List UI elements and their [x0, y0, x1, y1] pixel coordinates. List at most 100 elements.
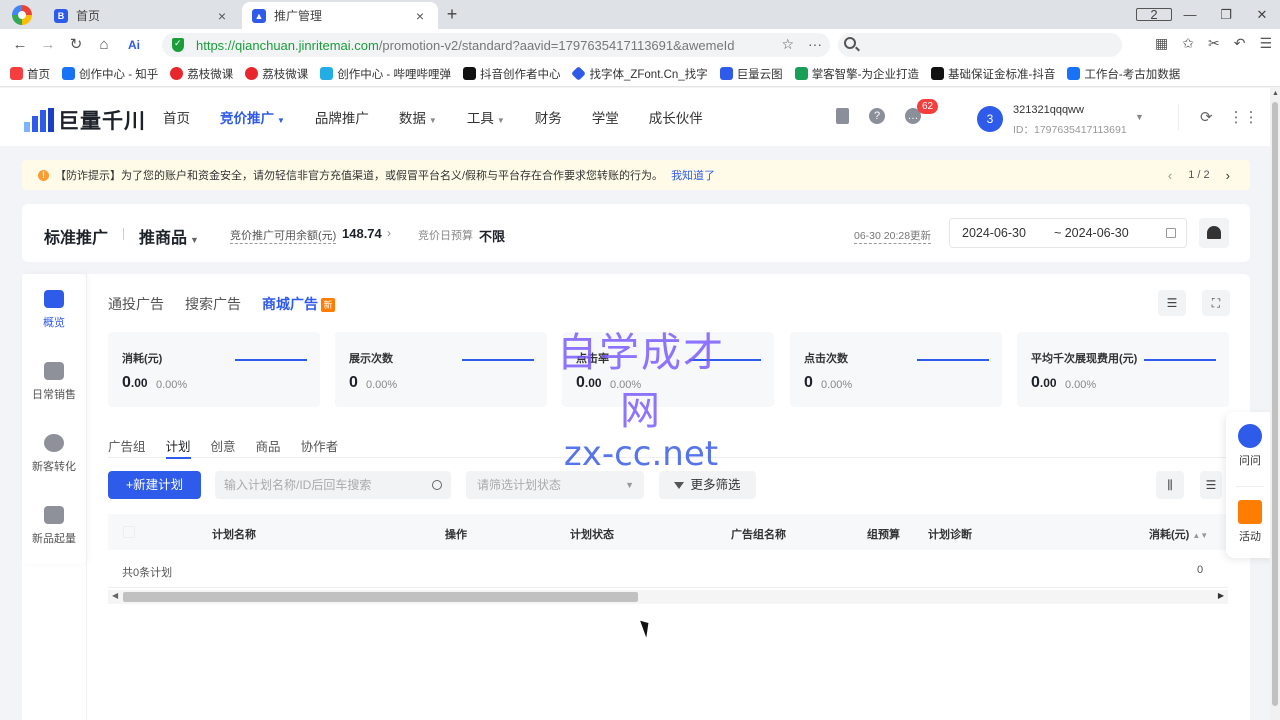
nav-data[interactable]: 数据 ▼: [399, 107, 437, 127]
tab-mall-ads[interactable]: 商城广告新: [262, 294, 335, 314]
bookmark-item[interactable]: 荔枝微课: [245, 66, 308, 82]
app-grid-icon[interactable]: ⋮⋮: [1229, 108, 1259, 126]
side-item-new-customer[interactable]: 新客转化: [22, 434, 86, 474]
restore-button[interactable]: ❐: [1208, 7, 1244, 23]
tab-search-ads[interactable]: 搜索广告: [185, 294, 241, 314]
page-scrollbar-thumb[interactable]: [1272, 102, 1278, 706]
date-range-picker[interactable]: 2024-06-30 ~ 2024-06-30: [949, 218, 1187, 248]
table-horizontal-scrollbar[interactable]: ◀ ▶: [108, 590, 1228, 604]
nav-academy[interactable]: 学堂: [592, 107, 619, 127]
scissors-icon[interactable]: ✂: [1208, 35, 1220, 52]
tab-general-ads[interactable]: 通投广告: [108, 294, 164, 314]
bookmark-item[interactable]: 找字体_ZFont.Cn_找字: [571, 66, 708, 82]
tab-home[interactable]: B 首页 ×: [44, 2, 240, 29]
select-all-checkbox[interactable]: [123, 526, 135, 538]
nav-tools[interactable]: 工具 ▼: [467, 107, 505, 127]
bookmark-item[interactable]: 抖音创作者中心: [462, 66, 560, 82]
close-icon[interactable]: ×: [412, 8, 428, 24]
reload-button[interactable]: ↻: [66, 35, 86, 55]
scroll-up-icon[interactable]: ▲: [1272, 90, 1279, 97]
home-button[interactable]: ⌂: [94, 35, 114, 55]
avatar[interactable]: 3: [977, 106, 1003, 132]
column-settings-button[interactable]: ⫼: [1156, 471, 1184, 499]
tab-promotion[interactable]: ▲ 推广管理 ×: [242, 2, 438, 29]
search-icon[interactable]: [432, 480, 442, 490]
url-field[interactable]: https://qianchuan.jinritemai.com/promoti…: [162, 33, 830, 57]
forward-button[interactable]: →: [38, 35, 58, 55]
bookmark-item[interactable]: 工作台-考古加数据: [1067, 66, 1180, 82]
bookmark-item[interactable]: 首页: [10, 66, 50, 82]
more-icon[interactable]: ···: [808, 36, 822, 53]
nav-finance[interactable]: 财务: [535, 107, 562, 127]
tab-count-button[interactable]: 2: [1136, 7, 1172, 22]
plan-search-input[interactable]: [215, 471, 451, 499]
tab-plan[interactable]: 计划: [165, 436, 191, 459]
tab-creative[interactable]: 创意: [211, 436, 236, 458]
metric-card-clicks[interactable]: 点击次数 0 0.00%: [790, 332, 1002, 407]
scroll-left-icon[interactable]: ◀: [112, 591, 118, 600]
close-icon[interactable]: ×: [214, 8, 230, 24]
tab-collaborator[interactable]: 协作者: [301, 436, 339, 458]
settings-sliders-button[interactable]: ☰: [1158, 290, 1186, 316]
side-item-new-product[interactable]: 新品起量: [22, 506, 86, 546]
scrollbar-thumb[interactable]: [123, 592, 638, 602]
document-icon[interactable]: [836, 108, 849, 124]
minimize-button[interactable]: —: [1172, 7, 1208, 22]
user-menu-caret-icon[interactable]: ▼: [1135, 112, 1144, 122]
switch-account-icon[interactable]: ⟳: [1200, 108, 1213, 126]
app-logo[interactable]: 巨量千川: [24, 105, 146, 135]
notice-ack-link[interactable]: 我知道了: [671, 167, 715, 183]
next-arrow-icon[interactable]: ›: [1226, 168, 1230, 183]
message-icon[interactable]: … 62: [905, 99, 939, 124]
metric-card-cost[interactable]: 消耗(元) 0.00 0.00%: [108, 332, 320, 407]
new-tab-button[interactable]: +: [442, 4, 462, 25]
metric-card-ctr[interactable]: 点击率 0.00 0.00%: [562, 332, 774, 407]
metric-card-impressions[interactable]: 展示次数 0 0.00%: [335, 332, 547, 407]
bookmark-item[interactable]: 基础保证金标准-抖音: [931, 66, 1055, 82]
chevron-right-icon[interactable]: ›: [387, 226, 391, 240]
browser-search-field[interactable]: [838, 33, 1122, 57]
metric-value-int: 0: [349, 374, 358, 391]
window-close-button[interactable]: ✕: [1244, 7, 1280, 23]
nav-bidding-promotion[interactable]: 竞价推广 ▼: [220, 107, 285, 127]
nav-brand-promotion[interactable]: 品牌推广: [315, 107, 369, 127]
nav-home[interactable]: 首页: [163, 107, 190, 127]
star-icon[interactable]: ☆: [781, 36, 794, 53]
more-filter-button[interactable]: 更多筛选: [659, 471, 756, 499]
table-settings-button[interactable]: ☰: [1200, 471, 1222, 499]
undo-icon[interactable]: ↶: [1234, 35, 1246, 52]
bookmark-item[interactable]: 巨量云图: [719, 66, 783, 82]
bookmark-item[interactable]: 荔枝微课: [170, 66, 233, 82]
main-nav: 首页 竞价推广 ▼ 品牌推广 数据 ▼ 工具 ▼ 财务 学堂 成长伙伴: [163, 88, 733, 146]
menu-icon[interactable]: ☰: [1259, 35, 1272, 52]
metric-card-cpm[interactable]: 平均千次展现费用(元) 0.00 0.00%: [1017, 332, 1229, 407]
side-item-daily-sales[interactable]: 日常销售: [22, 362, 86, 402]
fullscreen-button[interactable]: ⛶: [1202, 290, 1230, 316]
product-type-select[interactable]: 推商品 ▼: [139, 224, 199, 248]
user-id: ID：1797635417113691: [1013, 124, 1127, 136]
tab-ad-group[interactable]: 广告组: [108, 436, 146, 458]
tab-product[interactable]: 商品: [256, 436, 281, 458]
bookmark-item[interactable]: 创作中心 - 哔哩哔哩弹: [320, 66, 451, 82]
prev-arrow-icon[interactable]: ‹: [1168, 168, 1172, 183]
new-plan-button[interactable]: +新建计划: [108, 471, 201, 499]
bookmark-label: 创作中心 - 知乎: [79, 68, 159, 81]
activity-button[interactable]: 活动: [1226, 500, 1274, 544]
bookmark-item[interactable]: 创作中心 - 知乎: [62, 66, 158, 82]
user-name[interactable]: 321321qqqww: [1013, 104, 1084, 116]
plan-status-select[interactable]: 请筛选计划状态 ▼: [466, 471, 644, 499]
ai-icon[interactable]: Ai: [124, 35, 144, 55]
nav-growth-partner[interactable]: 成长伙伴: [649, 107, 703, 127]
apps-grid-icon[interactable]: ▦: [1155, 35, 1168, 52]
caret-down-icon: ▼: [190, 235, 199, 245]
page-vertical-scrollbar[interactable]: ▲: [1270, 88, 1280, 720]
help-icon[interactable]: ?: [869, 108, 885, 124]
back-button[interactable]: ←: [10, 35, 30, 55]
favorites-icon[interactable]: ✩: [1182, 35, 1194, 52]
side-item-overview[interactable]: 概览: [22, 290, 86, 330]
column-header-cost[interactable]: 消耗(元) ▲▼: [1149, 526, 1208, 542]
ask-button[interactable]: 问问: [1226, 424, 1274, 468]
alert-button[interactable]: [1199, 218, 1229, 248]
scroll-right-icon[interactable]: ▶: [1218, 591, 1224, 600]
bookmark-item[interactable]: 掌客智擎-为企业打造: [794, 66, 919, 82]
